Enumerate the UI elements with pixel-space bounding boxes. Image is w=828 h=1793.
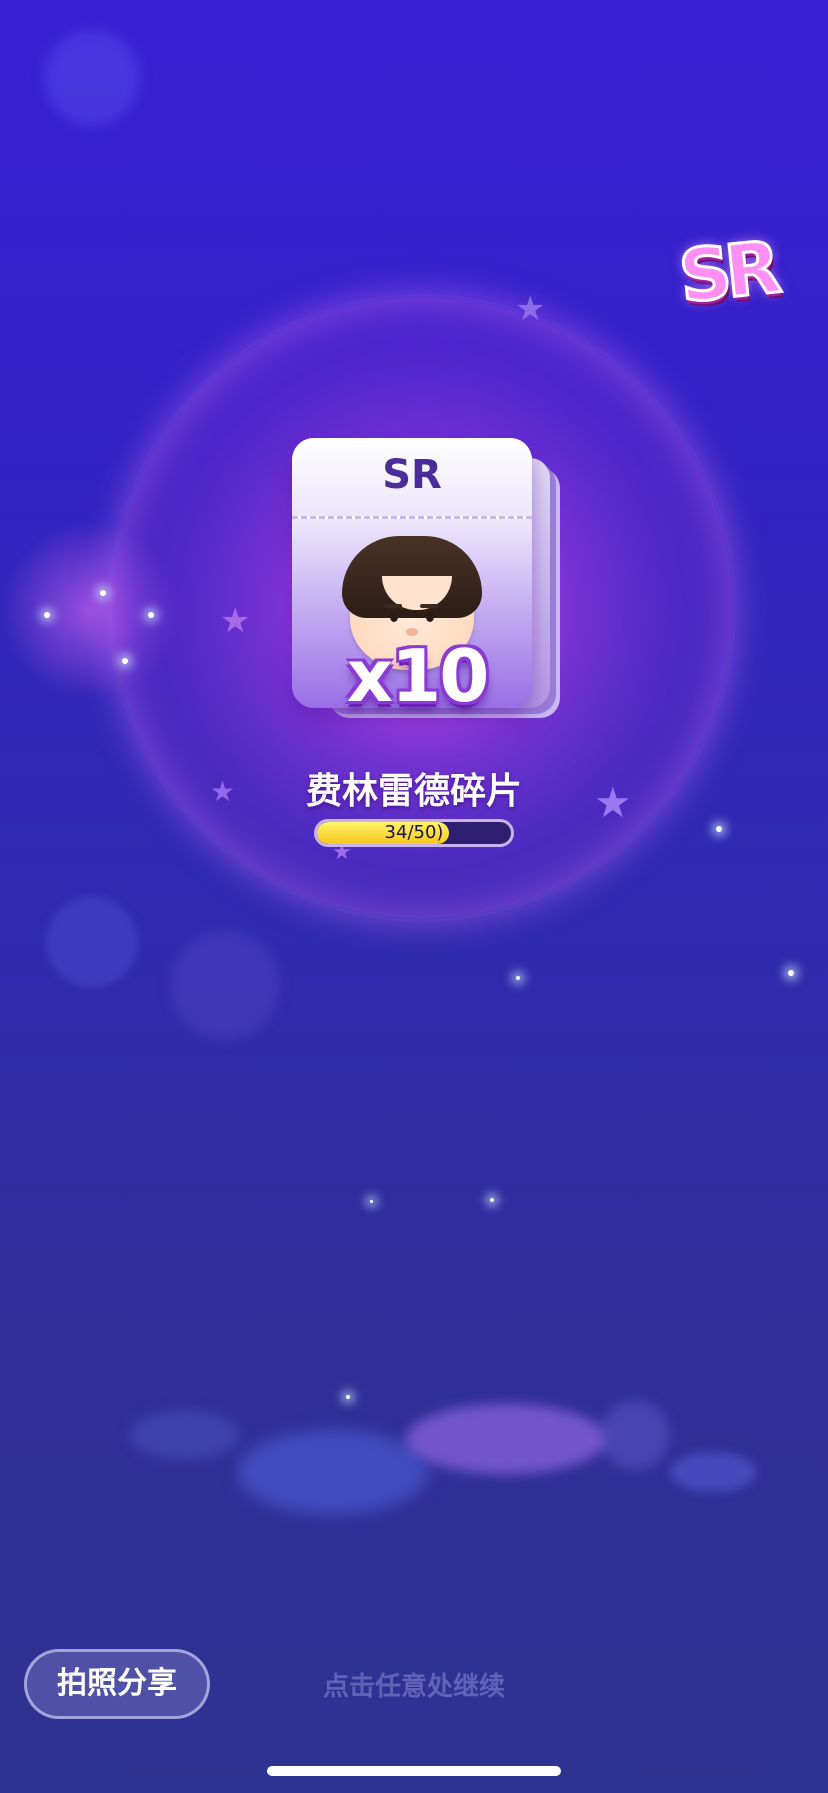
star-icon: ★ (220, 601, 251, 641)
star-icon: ★ (210, 775, 236, 808)
bokeh-light (670, 1452, 756, 1492)
sparkle-icon (370, 1200, 373, 1203)
sparkle-icon (788, 970, 794, 976)
sparkle-icon (44, 612, 50, 618)
bokeh-light (238, 1430, 428, 1514)
sparkle-icon (516, 976, 520, 980)
bokeh-light (406, 1404, 606, 1474)
continue-hint: 点击任意处继续 (322, 1672, 505, 1702)
progress-text: 34/50) (384, 822, 444, 843)
star-icon: ★ (515, 289, 546, 329)
continue-screen[interactable]: { "reward": { "rarity_badge": "SR", "car… (0, 0, 828, 1793)
reward-card: SR x10 (282, 438, 572, 728)
card-header: SR (292, 438, 532, 519)
sparkle-icon (148, 612, 154, 618)
star-icon: ★ (594, 778, 632, 827)
character-eye (390, 612, 398, 622)
sparkle-icon (490, 1198, 494, 1202)
bokeh-light (600, 1400, 670, 1470)
character-eye (426, 612, 434, 622)
card-rarity-label: SR (382, 452, 442, 498)
sparkle-icon (716, 826, 722, 832)
fragment-progress-bar: 34/50) (314, 819, 514, 847)
bokeh-light (170, 930, 280, 1040)
character-brow (420, 604, 438, 608)
sparkle-icon (122, 658, 128, 664)
character-brow (384, 604, 402, 608)
item-name: 费林雷德碎片 (305, 771, 522, 812)
sparkle-icon (346, 1395, 350, 1399)
bokeh-light (46, 896, 138, 988)
bokeh-light (130, 1410, 240, 1460)
bokeh-light (44, 30, 140, 126)
sparkle-icon (100, 590, 106, 596)
home-indicator (267, 1766, 561, 1776)
share-photo-button[interactable]: 拍照分享 (24, 1649, 210, 1719)
rarity-badge: SR (674, 224, 781, 321)
quantity-label: x10 (346, 634, 490, 718)
